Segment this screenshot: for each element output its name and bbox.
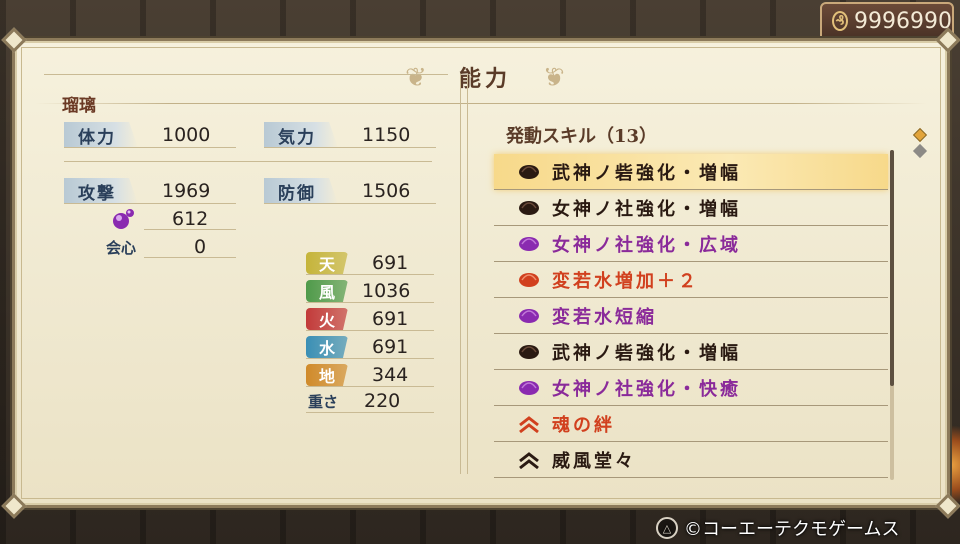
stat-value: 691: [372, 336, 409, 358]
stat-value: 1150: [362, 124, 411, 146]
dark-chevron-icon: [518, 451, 539, 469]
stat-attack: 攻撃 1969: [64, 177, 210, 205]
stat-underline: [306, 330, 434, 331]
skill-row[interactable]: 威風堂々: [494, 442, 888, 478]
stat-label: 重さ: [308, 392, 339, 411]
stat-underline: [306, 274, 434, 275]
stat-label: 体力: [64, 122, 138, 148]
leaf-ornament-icon: ❦: [543, 63, 565, 93]
skill-label: 女神ノ社強化・増幅: [552, 198, 741, 220]
skill-row[interactable]: 女神ノ社強化・広域: [494, 226, 888, 262]
skill-row[interactable]: 変若水短縮: [494, 298, 888, 334]
stat-value: 1000: [162, 124, 211, 146]
stat-value: 1036: [362, 280, 411, 302]
element-badge: 地: [306, 364, 348, 386]
stat-value: 1506: [362, 180, 411, 202]
stat-underline: [306, 412, 434, 413]
element-stat-row: 風 1036: [306, 277, 410, 305]
stat-underline: [144, 257, 236, 258]
copyright-text: ©コーエーテクモゲームス: [684, 519, 900, 540]
element-badge: 火: [306, 308, 348, 330]
skill-row[interactable]: 女神ノ社強化・快癒: [494, 370, 888, 406]
skill-row[interactable]: 魂の絆: [494, 406, 888, 442]
skill-row[interactable]: 女神ノ社強化・増幅: [494, 190, 888, 226]
skill-label: 女神ノ社強化・広域: [552, 234, 741, 256]
stat-label: 防御: [264, 178, 338, 204]
element-stat-row: 火 691: [306, 305, 408, 333]
skill-row[interactable]: 武神ノ砦強化・増幅: [494, 334, 888, 370]
skill-label: 威風堂々: [552, 450, 636, 472]
element-stat-row: 天 691: [306, 249, 408, 277]
stat-value: 691: [372, 308, 409, 330]
coin-icon: ₰: [832, 11, 849, 31]
footer-prompt: △ ©コーエーテクモゲームス: [656, 514, 899, 542]
stat-underline: [264, 203, 436, 204]
stat-weight: 重さ 220: [306, 387, 400, 415]
stat-label: 会心: [106, 238, 137, 257]
stat-value: 220: [364, 390, 401, 412]
stat-value: 691: [372, 252, 409, 274]
red-chevron-icon: [518, 415, 539, 433]
stat-label: 気力: [264, 122, 338, 148]
red-orb-icon: [518, 272, 539, 288]
stat-ki: 気力 1150: [264, 121, 410, 149]
stat-defense: 防御 1506: [264, 177, 410, 205]
skill-label: 武神ノ砦強化・増幅: [552, 162, 741, 184]
element-stat-row: 水 691: [306, 333, 408, 361]
purple-orb-icon: [518, 308, 539, 324]
stat-underline: [64, 147, 236, 148]
dark-orb-icon: [518, 164, 539, 180]
column-divider: [460, 74, 468, 474]
element-stat-row: 地 344: [306, 361, 408, 389]
dark-orb-icon: [518, 344, 539, 360]
purple-orb-icon: [518, 380, 539, 396]
character-name: 瑠璃: [62, 96, 96, 116]
currency-display: ₰ 9996990: [820, 2, 954, 40]
skill-label: 魂の絆: [552, 414, 615, 436]
skills-list: 武神ノ砦強化・増幅 女神ノ社強化・増幅 女神ノ社強化・広域 変若水増加＋２ 変若水短縮武…: [494, 154, 888, 478]
element-badge: 水: [306, 336, 348, 358]
currency-value: 9996990: [854, 8, 952, 34]
skill-label: 武神ノ砦強化・増幅: [552, 342, 741, 364]
element-badge: 風: [306, 280, 348, 302]
skill-label: 変若水増加＋２: [552, 270, 699, 292]
dark-orb-icon: [518, 200, 539, 216]
stat-value: 344: [372, 364, 409, 386]
stat-value: 1969: [162, 180, 211, 202]
skill-row[interactable]: 変若水増加＋２: [494, 262, 888, 298]
stats-section: 瑠璃 体力 1000 気力 1150 攻撃 1969 防御 1506 612 会…: [44, 74, 448, 474]
stat-underline: [306, 302, 434, 303]
skills-title: 発動スキル（13）: [506, 126, 658, 147]
scrollbar-thumb[interactable]: [890, 150, 894, 386]
stat-underline: [64, 203, 236, 204]
stat-hp: 体力 1000: [64, 121, 210, 149]
stat-underline: [144, 229, 236, 230]
stat-value: 0: [194, 236, 207, 258]
section-divider: [64, 161, 432, 162]
element-badge: 天: [306, 252, 348, 274]
triangle-button-icon[interactable]: △: [656, 517, 678, 539]
stat-label: 攻撃: [64, 178, 138, 204]
stat-underline: [264, 147, 436, 148]
skill-label: 変若水短縮: [552, 306, 657, 328]
purple-orb-icon: [112, 207, 136, 231]
purple-orb-icon: [518, 236, 539, 252]
stat-value: 612: [172, 208, 209, 230]
skill-label: 女神ノ社強化・快癒: [552, 378, 741, 400]
stat-underline: [306, 358, 434, 359]
skill-row[interactable]: 武神ノ砦強化・増幅: [494, 154, 888, 190]
